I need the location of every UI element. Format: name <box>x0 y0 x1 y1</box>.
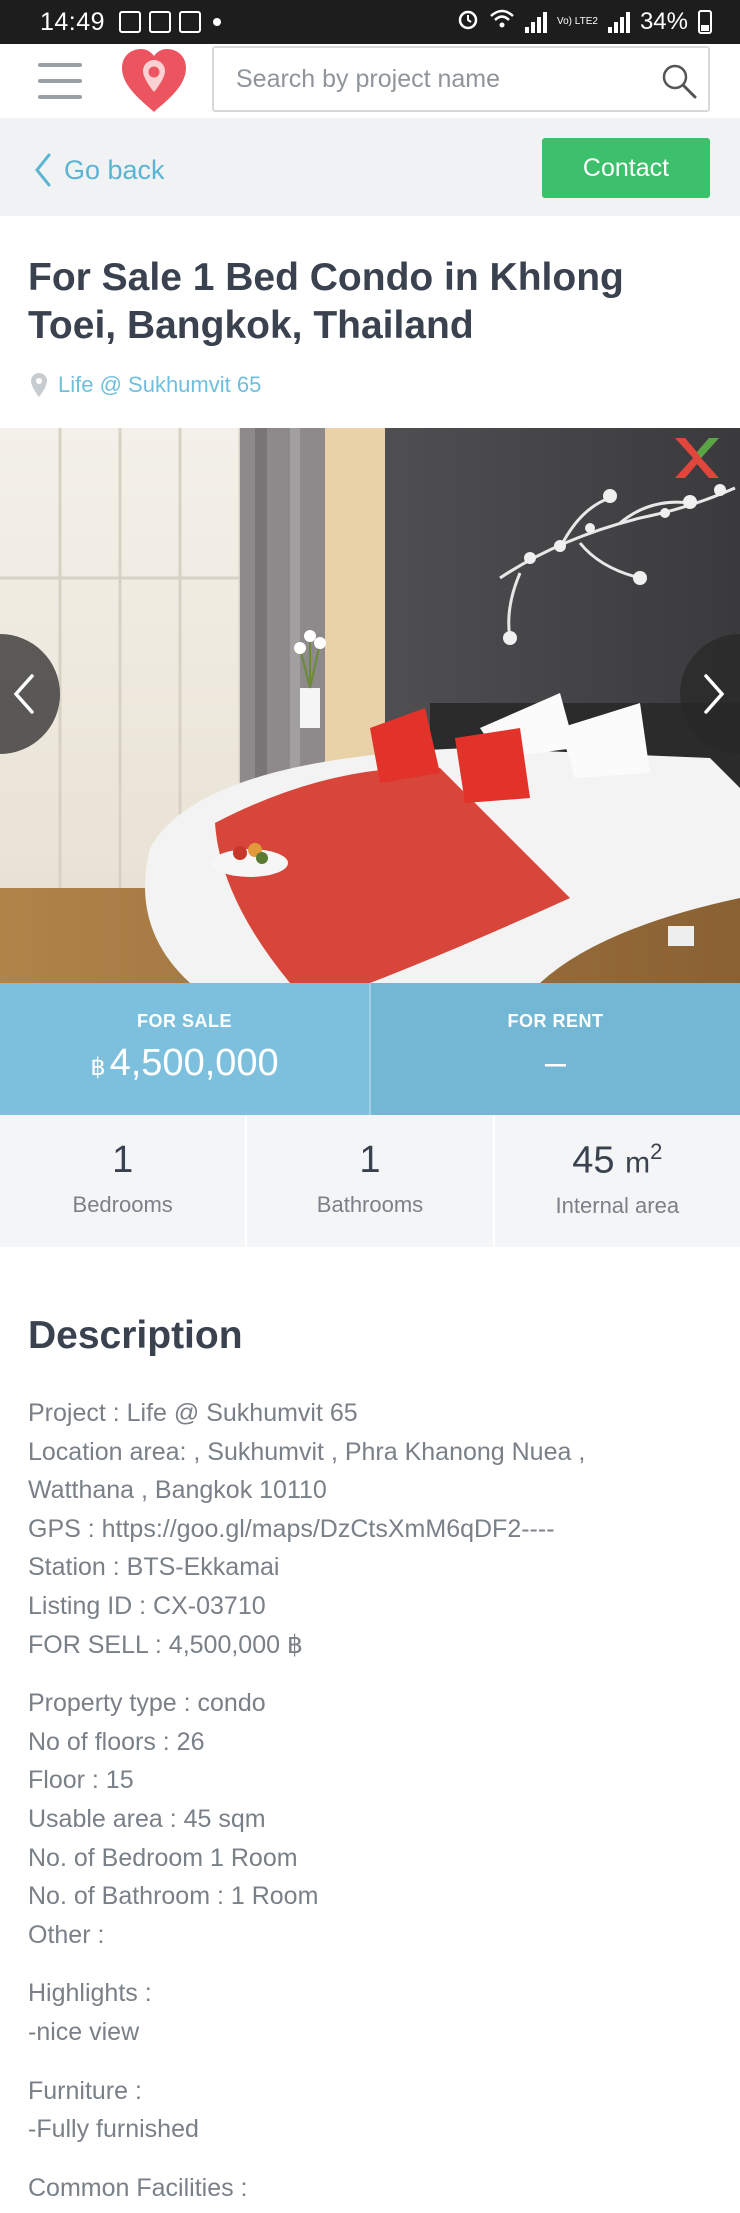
sale-price: ฿ 4,500,000 <box>90 1042 278 1085</box>
chevron-left-icon <box>35 153 51 187</box>
chevron-left-icon <box>13 674 34 714</box>
area-unit-exponent: 2 <box>650 1139 663 1164</box>
chevron-right-icon <box>704 674 725 714</box>
description-line: Project : Life @ Sukhumvit 65 <box>28 1399 358 1427</box>
description-line: No. of Bathroom : 1 Room <box>28 1882 319 1911</box>
search-icon[interactable] <box>660 62 698 105</box>
location-pin-icon <box>31 373 47 397</box>
contact-button[interactable]: Contact <box>542 138 710 198</box>
bathrooms-value: 1 <box>359 1139 381 1181</box>
battery-icon <box>698 10 712 34</box>
area-value-group: 45 m2 <box>572 1139 662 1183</box>
description-paragraph: Furniture : -Fully furnished <box>28 2072 718 2149</box>
description-paragraph: Project : Life @ Sukhumvit 65 Location ar… <box>28 1394 718 1664</box>
description-line: No. of Bedroom 1 Room <box>28 1843 298 1872</box>
signal-icon <box>525 11 547 33</box>
bedroom-photo <box>0 428 740 983</box>
bedrooms-label: Bedrooms <box>72 1192 173 1217</box>
description-line: Location area: , Sukhumvit , Phra Khanon… <box>28 1437 586 1466</box>
project-link[interactable]: Life @ Sukhumvit 65 <box>30 372 261 398</box>
description-line: Common Facilities : <box>28 2173 248 2202</box>
app-header <box>0 44 740 118</box>
bathrooms-label: Bathrooms <box>316 1192 424 1217</box>
rent-price-value: – <box>544 1042 567 1084</box>
description-line: Floor : 15 <box>28 1766 134 1795</box>
description-line: Listing ID : CX-03710 <box>28 1591 266 1620</box>
rent-label: FOR RENT <box>507 1011 604 1031</box>
gmail-icon <box>179 11 202 33</box>
bedrooms-value: 1 <box>112 1139 134 1181</box>
heart-logo-icon[interactable] <box>116 46 192 116</box>
description-paragraph: Highlights : -nice view <box>28 1974 718 2051</box>
description-line: Property type : condo <box>28 1689 266 1718</box>
alarm-icon <box>457 8 479 37</box>
area-label: Internal area <box>555 1192 680 1218</box>
description-line: Watthana , Bangkok 10110 <box>28 1476 327 1505</box>
description-line: Station : BTS-Ekkamai <box>28 1553 280 1582</box>
description-line: No of floors : 26 <box>28 1727 205 1756</box>
description-line: Furniture : <box>28 2076 142 2105</box>
baht-currency-symbol: ฿ <box>90 1054 106 1081</box>
description-line: GPS : https://goo.gl/maps/DzCtsXmM6qDF2-… <box>28 1514 555 1543</box>
area-value: 45 <box>572 1139 615 1182</box>
description-paragraph: Property type : condo No of floors : 26 Fl… <box>28 1684 718 1954</box>
go-back-button[interactable]: Go back <box>34 152 165 188</box>
action-bar: Go back Contact <box>0 118 740 216</box>
listing-photo-carousel[interactable] <box>0 428 740 983</box>
property-specs: 1 Bedrooms 1 Bathrooms 45 m2 Internal ar… <box>0 1115 740 1247</box>
description-paragraph: Common Facilities : <box>28 2169 718 2208</box>
lte-label: Vo) LTE2 <box>557 16 598 27</box>
price-panel: FOR SALE ฿ 4,500,000 FOR RENT – <box>0 983 740 1115</box>
description-line: Highlights : <box>28 1979 152 2008</box>
status-time: 14:49 <box>40 7 106 36</box>
wifi-icon <box>489 8 515 37</box>
sale-label: FOR SALE <box>136 1011 232 1031</box>
search-input[interactable] <box>236 64 636 94</box>
description-line: -Fully furnished <box>28 2115 199 2144</box>
app-notification-icon <box>149 11 172 33</box>
description-line: Usable area : 45 sqm <box>28 1804 266 1833</box>
spec-internal-area: 45 m2 Internal area <box>495 1115 740 1247</box>
system-icons: Vo) LTE2 34% <box>457 8 712 37</box>
description-heading: Description <box>28 1314 243 1357</box>
sale-price-value: 4,500,000 <box>109 1042 279 1084</box>
battery-percent: 34% <box>639 8 688 35</box>
description-line: -nice view <box>28 2017 140 2046</box>
listing-title: For Sale 1 Bed Condo in Khlong Toei, Ban… <box>28 256 624 347</box>
more-notifications-icon <box>213 18 222 26</box>
project-link-label: Life @ Sukhumvit 65 <box>58 372 262 397</box>
status-bar: 14:49 Vo) LTE2 34% <box>0 0 740 44</box>
search-box[interactable] <box>212 46 710 112</box>
sale-price-box: FOR SALE ฿ 4,500,000 <box>0 983 371 1115</box>
menu-icon[interactable] <box>38 63 82 99</box>
area-unit: m <box>625 1146 651 1180</box>
spec-bedrooms: 1 Bedrooms <box>0 1115 248 1247</box>
rent-price-box: FOR RENT – <box>371 983 740 1115</box>
description-body: Project : Life @ Sukhumvit 65 Location ar… <box>28 1394 718 2213</box>
description-line: Other : <box>28 1920 105 1949</box>
go-back-label: Go back <box>64 154 165 185</box>
notification-icons <box>119 11 222 33</box>
spec-bathrooms: 1 Bathrooms <box>247 1115 495 1247</box>
description-line: FOR SELL : 4,500,000 ฿ <box>28 1630 303 1659</box>
signal-2-icon <box>607 11 630 33</box>
gallery-icon <box>119 11 142 33</box>
